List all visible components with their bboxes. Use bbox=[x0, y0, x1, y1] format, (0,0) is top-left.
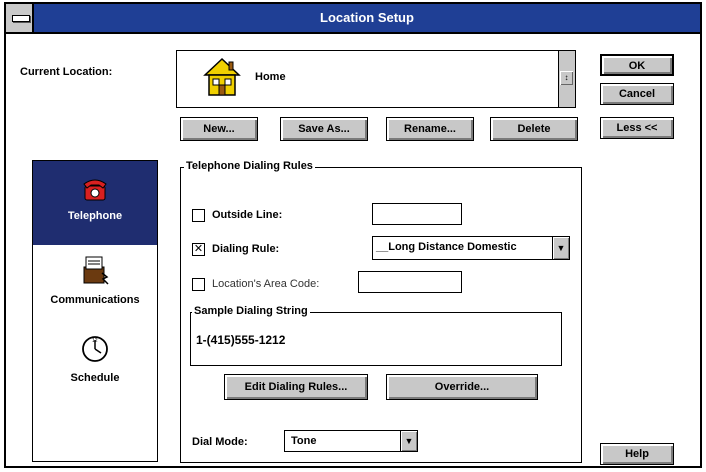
sidebar-item-label: Communications bbox=[50, 294, 140, 306]
sidebar-item-communications[interactable]: Communications bbox=[33, 253, 157, 333]
current-location-value: Home bbox=[255, 71, 286, 83]
less-button[interactable]: Less << bbox=[600, 117, 674, 139]
house-icon bbox=[203, 57, 241, 102]
dialing-rule-label: Dialing Rule: bbox=[212, 243, 280, 255]
svg-text:12: 12 bbox=[92, 338, 98, 344]
new-button[interactable]: New... bbox=[180, 117, 258, 141]
sample-dialing-value: 1-(415)555-1212 bbox=[196, 333, 286, 347]
area-code-label: Location's Area Code: bbox=[212, 278, 320, 290]
title-bar: Location Setup bbox=[6, 4, 700, 34]
outside-line-input[interactable] bbox=[372, 203, 462, 225]
rename-button[interactable]: Rename... bbox=[386, 117, 474, 141]
sample-dialing-title: Sample Dialing String bbox=[192, 305, 310, 317]
dial-mode-select[interactable]: Tone ▼ bbox=[284, 430, 418, 452]
help-button[interactable]: Help bbox=[600, 443, 674, 465]
sidebar-item-schedule[interactable]: 12 Schedule bbox=[33, 333, 157, 413]
category-sidebar: Telephone Communications 12 Schedule bbox=[32, 160, 158, 462]
clock-icon: 12 bbox=[80, 333, 110, 370]
telephone-icon bbox=[81, 175, 109, 208]
chevron-down-icon[interactable]: ▼ bbox=[552, 237, 569, 259]
save-as-button[interactable]: Save As... bbox=[280, 117, 368, 141]
chevron-down-icon[interactable]: ▼ bbox=[400, 431, 417, 451]
dialing-rules-title: Telephone Dialing Rules bbox=[184, 160, 315, 172]
delete-button[interactable]: Delete bbox=[490, 117, 578, 141]
window-title: Location Setup bbox=[320, 10, 414, 25]
area-code-checkbox[interactable] bbox=[192, 278, 205, 291]
override-button[interactable]: Override... bbox=[386, 374, 538, 400]
current-location-label: Current Location: bbox=[20, 66, 113, 78]
communications-icon bbox=[80, 253, 110, 292]
outside-line-checkbox[interactable] bbox=[192, 209, 205, 222]
dialing-rule-select[interactable]: __Long Distance Domestic ▼ bbox=[372, 236, 570, 260]
scroll-thumb[interactable]: ↕ bbox=[560, 71, 573, 85]
location-setup-window: Location Setup Current Location: Home ↕ … bbox=[4, 2, 702, 468]
dial-mode-label: Dial Mode: bbox=[192, 436, 248, 448]
area-code-input[interactable] bbox=[358, 271, 462, 293]
dialing-rule-value: __Long Distance Domestic bbox=[376, 241, 517, 253]
sidebar-item-telephone[interactable]: Telephone bbox=[33, 161, 157, 245]
cancel-button[interactable]: Cancel bbox=[600, 83, 674, 105]
sidebar-item-label: Schedule bbox=[70, 372, 120, 384]
dialing-rule-checkbox[interactable]: ✕ bbox=[192, 243, 205, 256]
outside-line-label: Outside Line: bbox=[212, 209, 283, 221]
current-location-list[interactable]: Home ↕ bbox=[176, 50, 576, 108]
system-menu-button[interactable] bbox=[6, 4, 34, 32]
dial-mode-value: Tone bbox=[291, 435, 317, 447]
list-scrollbar[interactable]: ↕ bbox=[558, 51, 575, 107]
edit-dialing-rules-button[interactable]: Edit Dialing Rules... bbox=[224, 374, 368, 400]
ok-button[interactable]: OK bbox=[600, 54, 674, 76]
sidebar-item-label: Telephone bbox=[67, 210, 123, 222]
